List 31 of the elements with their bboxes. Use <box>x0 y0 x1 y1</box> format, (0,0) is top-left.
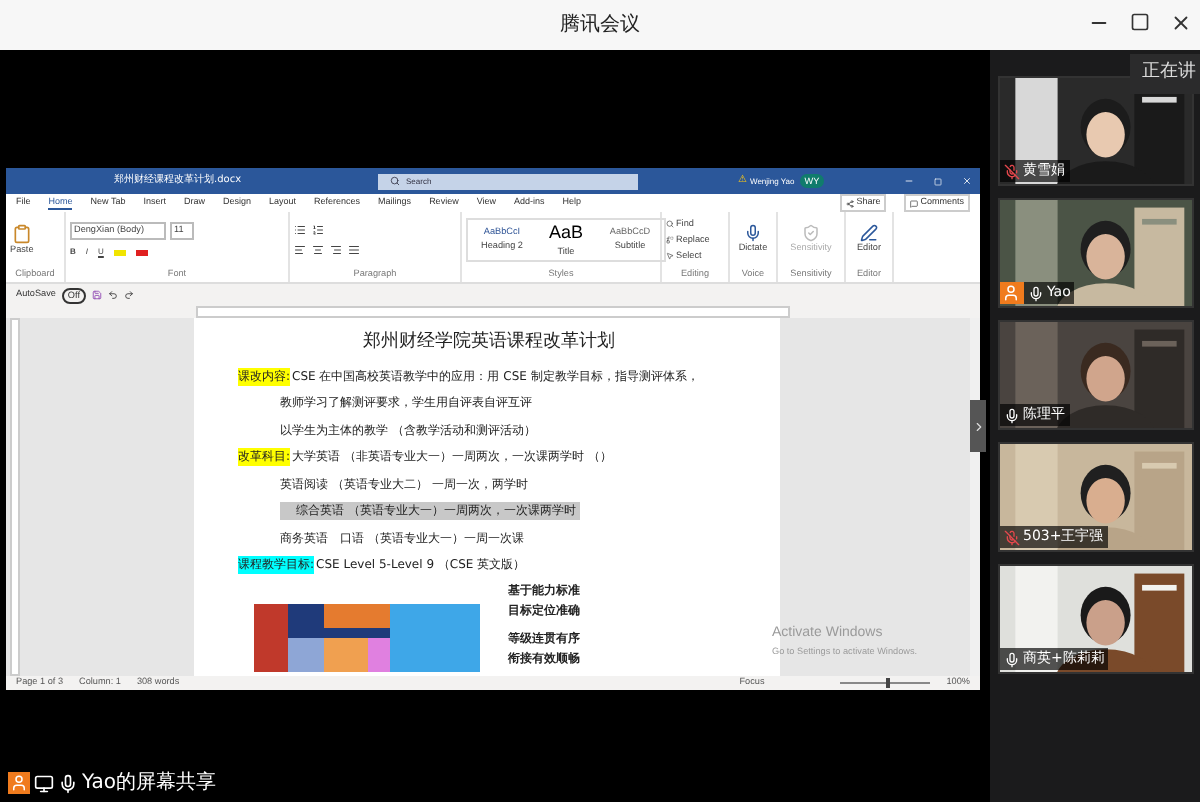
share-label: Yao的屏幕共享 <box>82 769 216 798</box>
comment-icon <box>910 199 919 207</box>
collapse-handle[interactable] <box>970 400 986 452</box>
zoom-slider-thumb[interactable] <box>885 678 890 688</box>
pen-icon <box>859 224 878 243</box>
microphone-icon <box>744 224 762 243</box>
numbered-list-icon[interactable] <box>312 224 324 237</box>
align-right-icon[interactable] <box>330 244 342 257</box>
redo-icon[interactable] <box>123 290 134 300</box>
close-icon[interactable] <box>1170 12 1192 34</box>
save-icon[interactable] <box>91 290 102 300</box>
maximize-icon[interactable] <box>1130 12 1150 32</box>
share-icon <box>846 199 855 207</box>
replace-icon <box>666 236 674 245</box>
document-title: 郑州财经学院英语课程改革计划 <box>363 330 617 356</box>
clipboard-icon <box>11 223 32 244</box>
justify-icon[interactable] <box>348 244 360 257</box>
pointer-icon <box>666 251 674 260</box>
bullet-list-icon[interactable] <box>294 224 306 237</box>
undo-icon[interactable] <box>107 290 118 300</box>
search-icon <box>390 176 400 186</box>
mic-icon <box>58 773 78 793</box>
align-center-icon[interactable] <box>312 244 324 257</box>
search-icon <box>666 220 674 229</box>
align-left-icon[interactable] <box>294 244 306 257</box>
screen-share-icon <box>34 773 54 793</box>
font-color-icon[interactable] <box>135 250 148 256</box>
host-icon <box>8 772 30 794</box>
window-title: 腾讯会议 <box>560 11 640 40</box>
shield-icon <box>802 224 820 243</box>
speaking-label: 正在讲 <box>1130 54 1200 93</box>
